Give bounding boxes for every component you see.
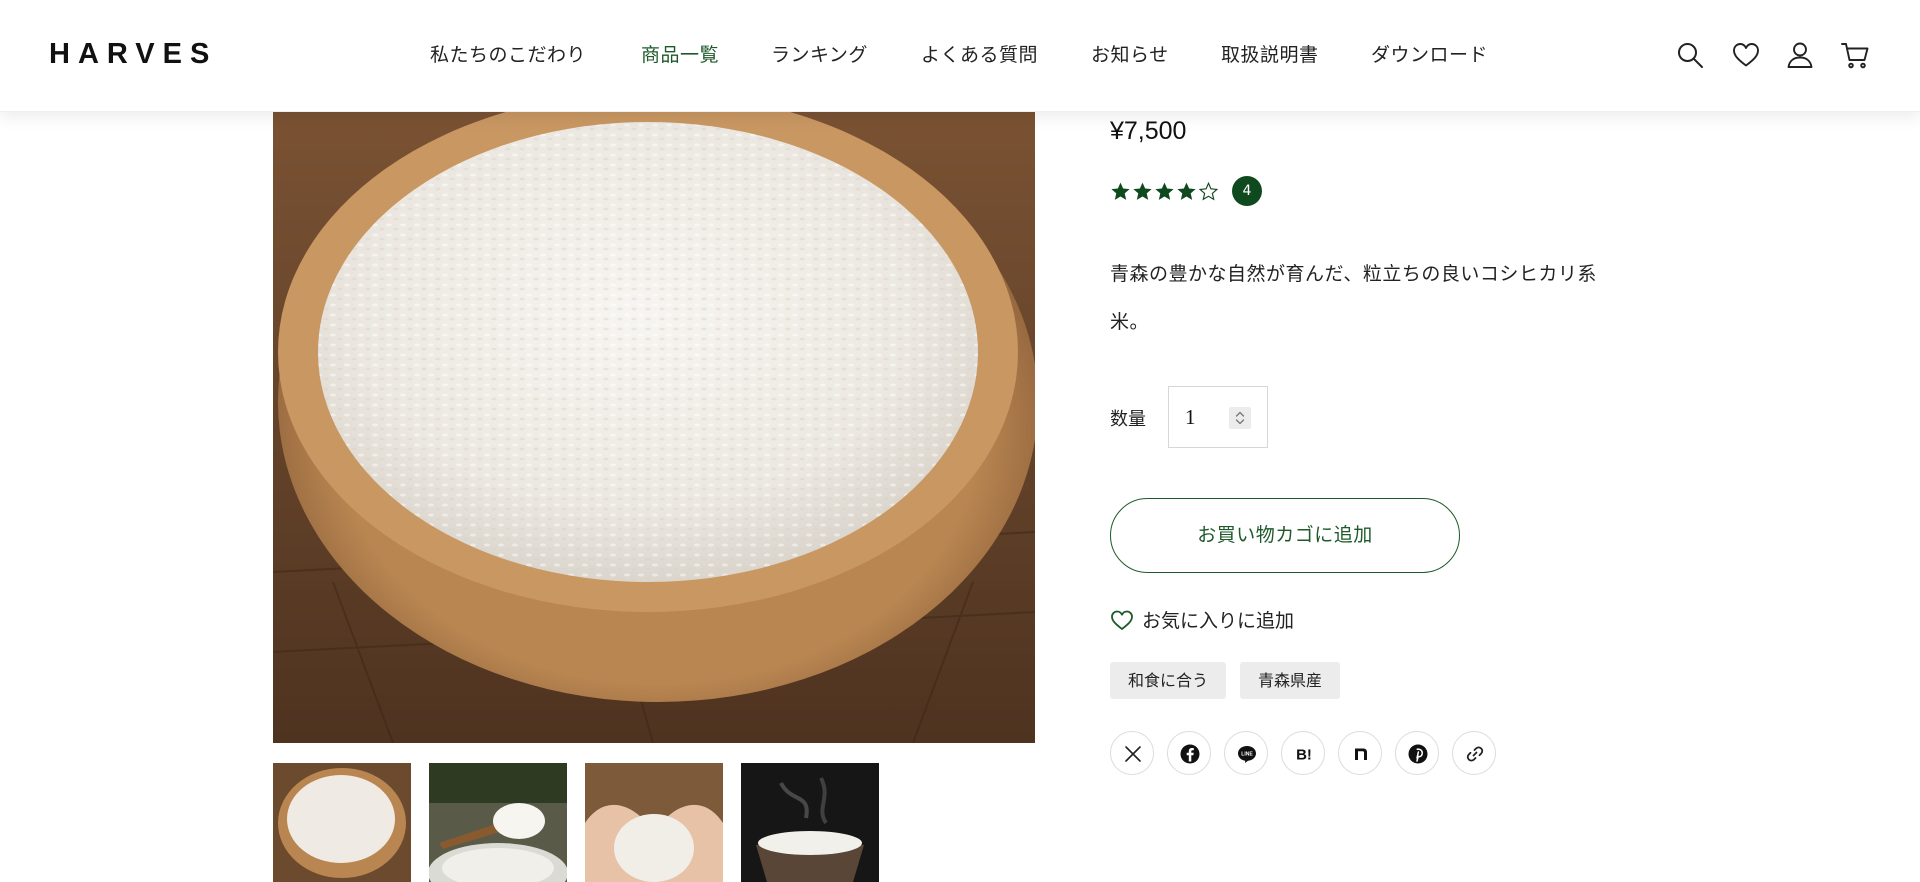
star-filled-icon [1155, 182, 1174, 200]
product-main-image[interactable] [273, 112, 1035, 743]
share-facebook-button[interactable] [1167, 731, 1211, 775]
share-hatena-button[interactable]: B! [1281, 731, 1325, 775]
copy-link-icon [1466, 746, 1484, 762]
nav-item-download[interactable]: ダウンロード [1371, 40, 1488, 67]
share-note-button[interactable] [1338, 731, 1382, 775]
star-empty-icon [1198, 181, 1219, 201]
add-to-favorites-link[interactable]: お気に入りに追加 [1110, 606, 1294, 633]
thumbnail-rice-in-hands[interactable] [585, 763, 723, 882]
product-price: ¥7,500 [1110, 117, 1187, 145]
share-line-button[interactable]: LINE [1224, 731, 1268, 775]
pinterest-icon [1408, 744, 1428, 764]
share-x-button[interactable] [1110, 731, 1154, 775]
nav-item-products[interactable]: 商品一覧 [641, 40, 719, 67]
search-icon[interactable] [1675, 40, 1705, 70]
nav-item-commitment[interactable]: 私たちのこだわり [430, 40, 586, 67]
star-filled-icon [1133, 182, 1152, 200]
nav-item-ranking[interactable]: ランキング [771, 40, 868, 67]
product-description: 青森の豊かな自然が育んだ、粒立ちの良いコシヒカリ系米。 [1110, 263, 1597, 333]
cart-icon[interactable] [1840, 40, 1870, 70]
nav-item-manual[interactable]: 取扱説明書 [1221, 40, 1319, 67]
svg-text:LINE: LINE [1241, 752, 1253, 758]
nav-item-news[interactable]: お知らせ [1091, 40, 1169, 67]
thumbnail-rice-spoon[interactable] [429, 763, 567, 882]
share-pinterest-button[interactable] [1395, 731, 1439, 775]
quantity-label: 数量 [1110, 409, 1146, 430]
product-rating: 4 [1110, 176, 1262, 206]
nav-item-faq[interactable]: よくある質問 [921, 40, 1038, 67]
line-icon: LINE [1238, 746, 1256, 763]
rating-stars [1110, 181, 1219, 202]
hatena-bookmark-icon: B! [1296, 747, 1312, 764]
share-copy-link-button[interactable] [1452, 731, 1496, 775]
facebook-icon [1180, 744, 1200, 764]
tag-washoku[interactable]: 和食に合う [1110, 662, 1227, 699]
user-icon[interactable] [1785, 40, 1815, 70]
note-icon [1355, 748, 1367, 760]
quantity-input[interactable]: 1 [1168, 386, 1268, 448]
review-count-badge[interactable]: 4 [1232, 176, 1262, 206]
star-filled-icon [1111, 182, 1130, 200]
add-to-cart-button[interactable]: お買い物カゴに追加 [1110, 498, 1460, 573]
x-icon [1125, 746, 1141, 762]
heart-outline-icon [1111, 610, 1133, 630]
svg-text:B!: B! [1296, 747, 1312, 764]
quantity-stepper[interactable] [1229, 407, 1251, 429]
site-logo[interactable]: HARVES [49, 38, 217, 71]
heart-icon[interactable] [1731, 40, 1761, 70]
thumbnail-steamed-rice-bowl[interactable] [741, 763, 879, 882]
add-to-favorites-label: お気に入りに追加 [1142, 610, 1295, 632]
quantity-value[interactable]: 1 [1185, 405, 1196, 430]
site-header: HARVES 私たちのこだわり 商品一覧 ランキング よくある質問 お知らせ 取… [0, 0, 1920, 112]
thumbnail-raw-rice-bowl[interactable] [273, 763, 411, 882]
star-filled-icon [1177, 182, 1196, 200]
tag-aomori[interactable]: 青森県産 [1240, 662, 1341, 699]
